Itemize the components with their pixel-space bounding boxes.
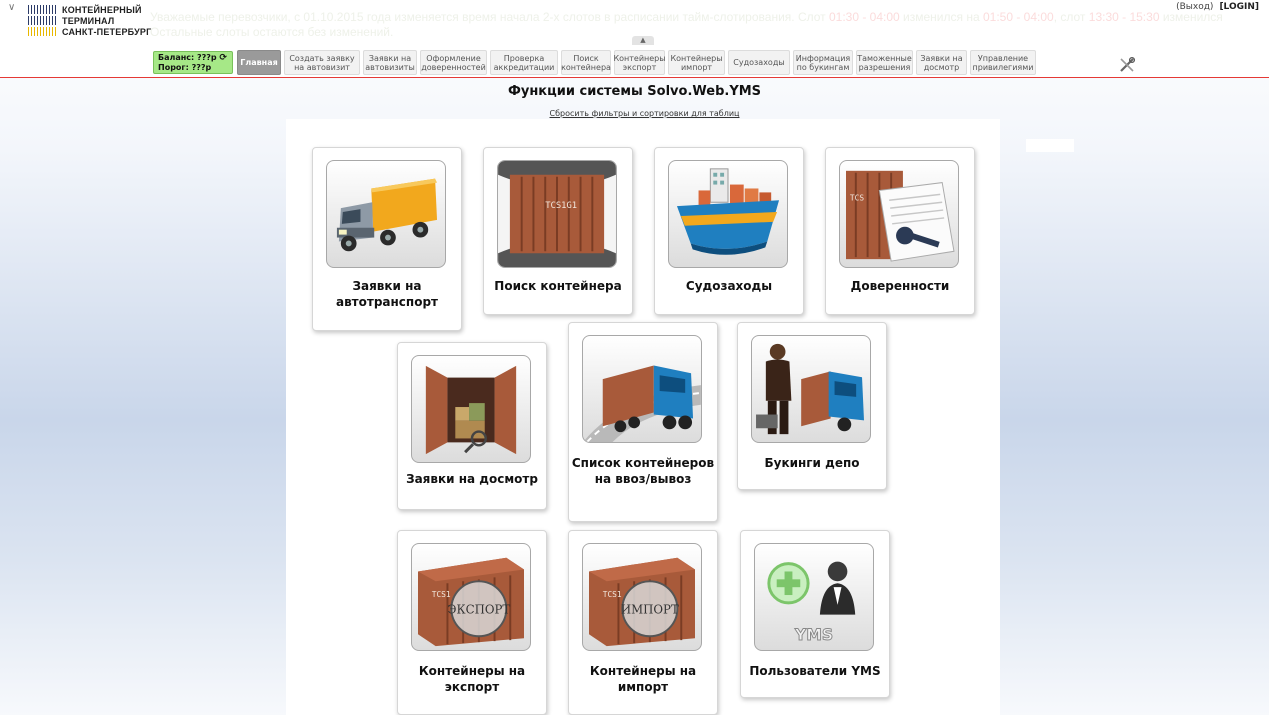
logo-line-3: САНКТ-ПЕТЕРБУРГ (62, 26, 152, 37)
export-stamp: ЭКСПОРТ (447, 603, 510, 617)
nav-item-vessel-calls[interactable]: Судозаходы (728, 50, 790, 75)
nav-item-home[interactable]: Главная (237, 50, 281, 75)
balance-value: Баланс: ???р (158, 53, 217, 62)
tile-label: Заявки на автотранспорт (335, 279, 439, 309)
main-nav: Главная Создать заявку на автовизит Заяв… (237, 50, 1036, 75)
tile-yms-users[interactable]: YMS Пользователи YMS (740, 530, 890, 698)
ticker-time: 13:30 - 15:30 (1088, 10, 1160, 24)
nav-item-privileges[interactable]: Управление привилегиями (970, 50, 1036, 75)
tile-export-containers[interactable]: TCS1 ЭКСПОРТ Контейнеры на экспорт (397, 530, 547, 715)
user-area: (Выход) [LOGIN] (1176, 2, 1259, 12)
tile-import-containers[interactable]: TCS1 ИМПОРТ Контейнеры на импорт (568, 530, 718, 715)
functions-panel: Заявки на автотранспорт TCS1G1 Поиск кон… (286, 119, 1000, 715)
tools-icon[interactable] (1118, 56, 1136, 74)
nav-item-accreditation[interactable]: Проверка аккредитации (490, 50, 558, 75)
nav-item-customs[interactable]: Таможенные разрешения (856, 50, 913, 75)
container-code: TCS (850, 193, 864, 202)
collapse-header-button[interactable]: ▲ (632, 36, 654, 45)
blank-panel (1026, 139, 1074, 152)
page-title: Функции системы Solvo.Web.YMS (507, 84, 762, 99)
header-divider (0, 77, 1269, 78)
nav-item-visit-requests[interactable]: Заявки на автовизиты (363, 50, 417, 75)
logo-line-1: КОНТЕЙНЕРНЫЙ (62, 4, 142, 15)
tile-label: Букинги депо (764, 456, 860, 470)
container-code: TCS1 (603, 590, 622, 599)
power-of-attorney-icon: TCS (839, 160, 959, 268)
nav-item-container-search[interactable]: Поиск контейнера (561, 50, 611, 75)
depot-booking-icon (751, 335, 871, 443)
export-container-icon: TCS1 ЭКСПОРТ (411, 543, 531, 651)
tile-depot-bookings[interactable]: Букинги депо (737, 322, 887, 490)
tile-power-of-attorney[interactable]: TCS Доверенности (825, 147, 975, 315)
user-login[interactable]: [LOGIN] (1219, 2, 1259, 12)
inspection-icon (411, 355, 531, 463)
nav-item-power-of-attorney[interactable]: Оформление доверенностей (420, 50, 487, 75)
tile-label: Пользователи YMS (749, 664, 881, 678)
tile-label: Судозаходы (685, 279, 773, 293)
tile-label: Поиск контейнера (494, 279, 622, 293)
tile-label: Контейнеры на экспорт (418, 664, 526, 694)
container-truck-icon (582, 335, 702, 443)
yms-badge: YMS (794, 625, 833, 644)
ticker-text: изменился на (899, 10, 983, 24)
tile-container-list[interactable]: Список контейнеров на ввоз/вывоз (568, 322, 718, 522)
yms-users-icon: YMS (754, 543, 874, 651)
chevron-down-icon[interactable]: ∨ (8, 2, 15, 13)
news-ticker: Уважаемые перевозчики, с 01.10.2015 года… (150, 10, 1250, 40)
nav-item-export-containers[interactable]: Контейнеры экспорт (613, 50, 666, 75)
threshold-value: Порог: ???р (158, 63, 212, 72)
logo-stripes-icon (28, 27, 58, 36)
ticker-text: , слот (1053, 10, 1089, 24)
ticker-line-2: Остальные слоты остаются без изменений. (150, 25, 394, 39)
header: ∨ КОНТЕЙНЕРНЫЙ ТЕРМИНАЛ САНКТ-ПЕТЕРБУРГ … (0, 0, 1269, 78)
ship-icon (668, 160, 788, 268)
ticker-text: Уважаемые перевозчики, с 01.10.2015 года… (150, 10, 829, 24)
tile-label: Доверенности (850, 279, 950, 293)
nav-item-booking-info[interactable]: Информация по букингам (793, 50, 853, 75)
tile-inspection-requests[interactable]: Заявки на досмотр (397, 342, 547, 510)
logo-stripes-icon (28, 16, 58, 25)
logout-link[interactable]: (Выход) (1176, 2, 1213, 12)
import-stamp: ИМПОРТ (621, 603, 679, 617)
tile-container-search[interactable]: TCS1G1 Поиск контейнера (483, 147, 633, 315)
tile-label: Список контейнеров на ввоз/вывоз (571, 456, 715, 486)
ticker-time: 01:50 - 04:00 (982, 10, 1054, 24)
ticker-text: изменился (1159, 10, 1223, 24)
tile-vessel-calls[interactable]: Судозаходы (654, 147, 804, 315)
logo[interactable]: КОНТЕЙНЕРНЫЙ ТЕРМИНАЛ САНКТ-ПЕТЕРБУРГ (28, 4, 151, 37)
import-container-icon: TCS1 ИМПОРТ (582, 543, 702, 651)
reset-filters-link[interactable]: Сбросить фильтры и сортировки для таблиц (0, 109, 1269, 118)
container-code: TCS1G1 (545, 201, 577, 211)
truck-icon (326, 160, 446, 268)
logo-line-2: ТЕРМИНАЛ (62, 15, 115, 26)
ticker-time: 01:30 - 04:00 (828, 10, 900, 24)
container-search-icon: TCS1G1 (497, 160, 617, 268)
refresh-icon[interactable]: ⟳ (219, 53, 227, 63)
container-code: TCS1 (432, 590, 451, 599)
nav-item-import-containers[interactable]: Контейнеры импорт (668, 50, 725, 75)
nav-item-create-request[interactable]: Создать заявку на автовизит (284, 50, 360, 75)
tile-truck-requests[interactable]: Заявки на автотранспорт (312, 147, 462, 331)
balance-badge: Баланс: ???р ⟳ Порог: ???р (153, 51, 233, 74)
logo-stripes-icon (28, 5, 58, 14)
nav-item-inspection[interactable]: Заявки на досмотр (916, 50, 967, 75)
tile-label: Заявки на досмотр (406, 472, 538, 486)
tile-label: Контейнеры на импорт (589, 664, 697, 694)
